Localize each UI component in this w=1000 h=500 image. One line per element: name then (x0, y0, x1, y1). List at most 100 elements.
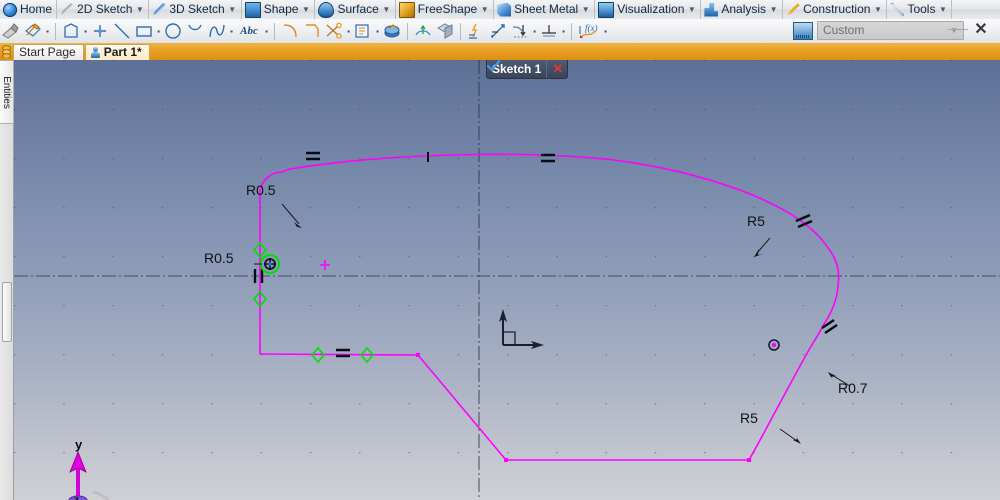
chevron-down-icon[interactable]: ▼ (938, 0, 947, 19)
dropdown-dot[interactable]: ▪ (531, 20, 538, 42)
chevron-down-icon[interactable]: ▼ (687, 0, 696, 19)
profile-icon (64, 23, 78, 38)
point-icon (94, 25, 106, 37)
dimension-label-r05-center[interactable]: R0.5 (204, 250, 234, 266)
menu-item-label: Sheet Metal (514, 2, 579, 16)
dimension-button[interactable] (487, 20, 509, 42)
left-dock-panel: Entities (0, 60, 14, 500)
chamfer-icon (306, 24, 319, 37)
active-sketch-tab[interactable]: Sketch 1 ✕ (486, 60, 569, 79)
chevron-down-icon[interactable]: ▼ (301, 0, 310, 19)
circle-icon (165, 23, 181, 39)
circle-tool-button[interactable] (162, 20, 184, 42)
vertical-dim-icon (512, 25, 527, 38)
dimension-label-r07[interactable]: R0.7 (838, 380, 868, 396)
profile-select[interactable]: Custom ▼ (817, 21, 964, 40)
menu-item-visualization[interactable]: Visualization ▼ (595, 0, 702, 19)
dropdown-dot[interactable]: ▪ (228, 20, 235, 42)
dimension-label-r5-lower[interactable]: R5 (740, 410, 758, 426)
intersect-curve-button[interactable] (434, 20, 456, 42)
close-window-button[interactable]: ✕ (948, 20, 994, 38)
auto-constraint-button[interactable] (465, 20, 487, 42)
horizontal-dimension-button[interactable] (538, 20, 560, 42)
documents-stack-icon (0, 43, 13, 60)
point-tool-button[interactable] (89, 20, 111, 42)
dropdown-dot[interactable]: ▪ (44, 20, 51, 42)
offset-tool-button[interactable] (352, 20, 374, 42)
extrude-tool-button[interactable] (381, 20, 403, 42)
menu-item-analysis[interactable]: Analysis ▼ (701, 0, 784, 19)
dock-scrollbar-thumb[interactable] (2, 282, 12, 342)
freeshape-icon (398, 1, 415, 18)
document-tab-start-page[interactable]: Start Page (13, 44, 84, 60)
chamfer-tool-button[interactable] (301, 20, 323, 42)
menu-item-home[interactable]: Home (0, 0, 58, 19)
spline-icon (209, 24, 225, 38)
chevron-down-icon[interactable]: ▼ (581, 0, 590, 19)
sidebar-item-entities[interactable]: Entities (0, 60, 14, 124)
document-tab-label: Start Page (19, 45, 76, 59)
sketch-on-face-button[interactable] (22, 20, 44, 42)
dropdown-dot[interactable]: ▪ (374, 20, 381, 42)
dimension-label-r05-top[interactable]: R0.5 (246, 182, 276, 198)
rectangle-icon (136, 26, 152, 37)
chevron-down-icon[interactable]: ▼ (769, 0, 778, 19)
chevron-down-icon[interactable]: ▼ (228, 0, 237, 19)
formula-button[interactable]: f(x) (576, 20, 602, 42)
vertex-point (504, 458, 508, 462)
text-abc-icon: Abc (240, 25, 258, 37)
chevron-down-icon[interactable]: ▼ (950, 22, 963, 39)
menu-item-3d-sketch[interactable]: 3D Sketch ▼ (149, 0, 242, 19)
sketch-canvas-viewport[interactable]: y z Sketch 1 ✕ R0.5 R0.5 R5 R0.7 R5 (14, 60, 1000, 500)
project-curve-button[interactable] (412, 20, 434, 42)
menu-item-2d-sketch[interactable]: 2D Sketch ▼ (57, 0, 150, 19)
menu-item-shape[interactable]: Shape ▼ (242, 0, 316, 19)
vertical-dimension-button[interactable] (509, 20, 531, 42)
chevron-down-icon[interactable]: ▼ (873, 0, 882, 19)
toolbar-separator (571, 22, 572, 40)
arc-tool-button[interactable] (184, 20, 206, 42)
menu-item-label: Visualization (617, 2, 685, 16)
menu-item-label: 3D Sketch (169, 2, 225, 16)
sketch-tab-close-button[interactable]: ✕ (546, 60, 563, 78)
dropdown-dot[interactable]: ▪ (263, 20, 270, 42)
sketch-plane-icon (2, 23, 19, 39)
sheetmetal-icon (497, 2, 512, 17)
toolbar-separator (274, 22, 275, 40)
menu-item-label: Analysis (721, 2, 767, 16)
spline-tool-button[interactable] (206, 20, 228, 42)
chevron-down-icon[interactable]: ▼ (382, 0, 391, 19)
svg-text:f(x): f(x) (585, 23, 598, 33)
document-tab-part-1[interactable]: Part 1* (84, 44, 150, 60)
vertex-point (416, 353, 420, 357)
trim-tool-button[interactable] (323, 20, 345, 42)
menu-item-surface[interactable]: Surface ▼ (315, 0, 396, 19)
line-tool-button[interactable] (111, 20, 133, 42)
auto-constraint-icon (469, 23, 478, 39)
profile-tool-button[interactable] (60, 20, 82, 42)
intersect-icon (436, 23, 454, 39)
chevron-down-icon[interactable]: ▼ (135, 0, 144, 19)
menu-item-freeshape[interactable]: FreeShape ▼ (396, 0, 495, 19)
pencil-icon (60, 3, 74, 15)
dimension-label-r5-upper[interactable]: R5 (747, 213, 765, 229)
profile-select-value: Custom (823, 23, 865, 37)
menu-item-tools[interactable]: Tools ▼ (887, 0, 953, 19)
chevron-down-icon[interactable]: ▼ (480, 0, 489, 19)
menu-item-construction[interactable]: Construction ▼ (783, 0, 888, 19)
home-icon (3, 2, 17, 17)
dropdown-dot[interactable]: ▪ (602, 20, 609, 42)
text-tool-button[interactable]: Abc (235, 20, 263, 42)
dropdown-dot[interactable]: ▪ (560, 20, 567, 42)
menu-item-sheet-metal[interactable]: Sheet Metal ▼ (494, 0, 596, 19)
dropdown-dot[interactable]: ▪ (155, 20, 162, 42)
rectangle-tool-button[interactable] (133, 20, 155, 42)
dropdown-dot[interactable]: ▪ (345, 20, 352, 42)
formula-icon: f(x) (579, 23, 598, 39)
sketch-plane-button[interactable] (0, 20, 22, 42)
trim-scissors-icon (326, 22, 342, 39)
fillet-tool-button[interactable] (279, 20, 301, 42)
document-tab-bar: Start Page Part 1* (0, 43, 1000, 60)
profile-user-icon (793, 21, 813, 40)
dropdown-dot[interactable]: ▪ (82, 20, 89, 42)
